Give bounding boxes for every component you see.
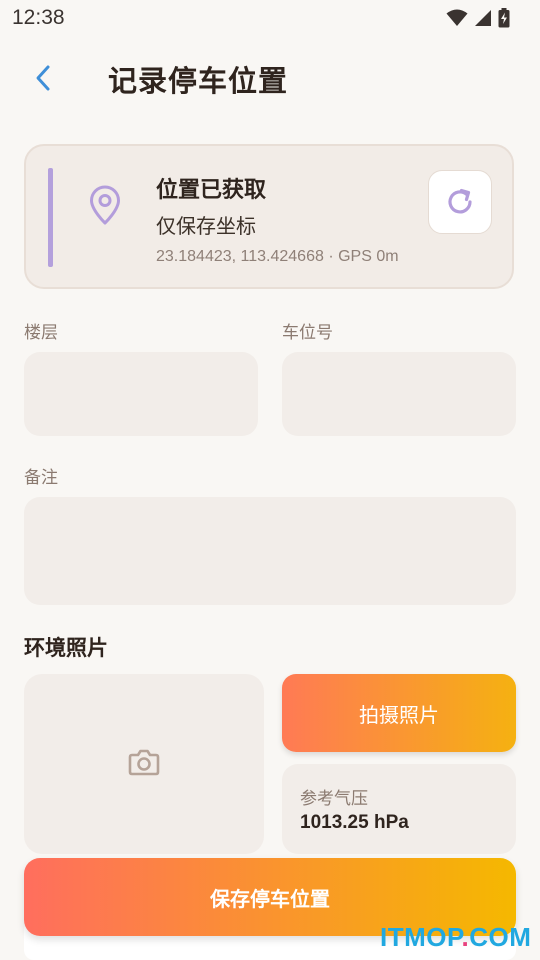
status-time: 12:38 [12, 6, 65, 29]
status-icons [446, 8, 510, 28]
watermark-com: COM [469, 922, 532, 952]
location-status-title: 位置已获取 [156, 178, 267, 203]
location-accent-bar [48, 168, 53, 267]
note-label: 备注 [24, 468, 58, 488]
back-arrow-icon [36, 65, 50, 91]
location-card: 位置已获取 仅保存坐标 23.184423, 113.424668 · GPS … [24, 144, 514, 289]
location-status-subtitle: 仅保存坐标 [156, 214, 256, 238]
pressure-value: 1013.25 hPa [300, 812, 409, 833]
photos-section-title: 环境照片 [24, 636, 108, 660]
pressure-label: 参考气压 [300, 789, 368, 809]
refresh-icon [448, 188, 472, 214]
page-title: 记录停车位置 [108, 64, 289, 98]
signal-icon [475, 10, 491, 26]
location-pin-icon [90, 185, 120, 225]
watermark: ITMOP.COM [380, 922, 531, 953]
wifi-icon [446, 9, 468, 26]
photo-placeholder[interactable] [24, 674, 264, 854]
note-textarea[interactable] [24, 497, 516, 605]
status-bar: 12:38 [0, 0, 540, 38]
pressure-panel: 参考气压 1013.25 hPa [282, 764, 516, 854]
back-button[interactable] [24, 58, 64, 98]
parking-spot-input[interactable] [282, 352, 516, 436]
battery-icon [498, 8, 510, 28]
screen: 12:38 记录停车位置 位置已获取 仅保存坐标 23.184423, 113.… [0, 0, 540, 960]
floor-input[interactable] [24, 352, 258, 436]
parking-spot-label: 车位号 [282, 323, 333, 343]
camera-icon [128, 749, 160, 776]
location-coordinates: 23.184423, 113.424668 · GPS 0m [156, 248, 399, 265]
refresh-location-button[interactable] [428, 170, 492, 234]
watermark-main: ITMOP [380, 922, 462, 952]
floor-label: 楼层 [24, 323, 58, 343]
take-photo-button[interactable]: 拍摄照片 [282, 674, 516, 752]
